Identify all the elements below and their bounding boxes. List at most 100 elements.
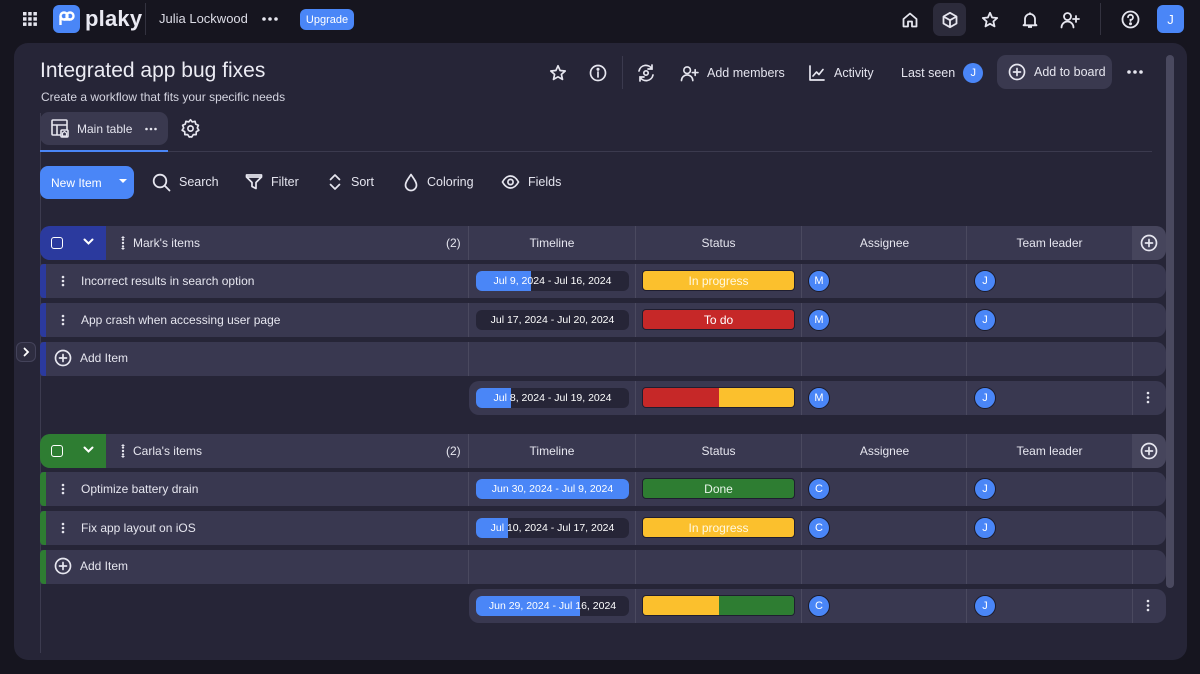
workspace-name[interactable]: Julia Lockwood [159, 11, 248, 26]
team-leader-avatar[interactable]: J [974, 478, 996, 500]
column-header-assignee[interactable]: Assignee [802, 444, 967, 458]
gear-icon[interactable] [180, 118, 201, 139]
status-badge[interactable]: Done [642, 478, 795, 499]
filter-button[interactable]: Filter [245, 171, 299, 193]
table-row[interactable]: Incorrect results in search option Jul 9… [40, 264, 1166, 298]
assignee-avatar: C [808, 595, 830, 617]
board-more-icon[interactable] [1125, 62, 1145, 82]
coloring-button[interactable]: Coloring [403, 171, 474, 193]
assignee-avatar[interactable]: C [808, 517, 830, 539]
timeline-cell[interactable]: Jul 17, 2024 - Jul 20, 2024 [476, 310, 629, 330]
help-button[interactable] [1114, 3, 1147, 36]
column-header-timeline[interactable]: Timeline [469, 236, 635, 250]
status-badge[interactable]: In progress [642, 517, 795, 538]
column-divider [801, 264, 802, 298]
user-avatar[interactable]: J [1157, 5, 1184, 33]
timeline-cell[interactable]: Jul 9, 2024 - Jul 16, 2024 [476, 271, 629, 291]
group-name[interactable]: Carla's items [133, 444, 202, 458]
notifications-button[interactable] [1013, 3, 1046, 36]
apps-grid-icon[interactable] [22, 11, 38, 27]
table-row[interactable]: App crash when accessing user page Jul 1… [40, 303, 1166, 337]
activity-button[interactable]: Activity [808, 60, 874, 86]
sort-button[interactable]: Sort [327, 171, 374, 193]
chevron-down-icon[interactable] [83, 446, 94, 454]
favorites-button[interactable] [973, 3, 1006, 36]
column-divider [801, 589, 802, 623]
add-to-board-button[interactable]: Add to board [997, 55, 1112, 89]
logo-text: plaky [85, 6, 143, 31]
column-divider [635, 550, 636, 584]
row-menu-icon[interactable] [60, 522, 66, 534]
expand-sidebar-button[interactable] [16, 342, 36, 362]
item-name[interactable]: Fix app layout on iOS [81, 521, 196, 535]
table-row[interactable]: Optimize battery drain Jun 30, 2024 - Ju… [40, 472, 1166, 506]
add-column-button[interactable] [1132, 226, 1166, 260]
home-button[interactable] [893, 3, 926, 36]
drag-handle-icon[interactable] [120, 444, 126, 458]
boards-button[interactable] [933, 3, 966, 36]
row-menu-icon[interactable] [60, 483, 66, 495]
invite-user-button[interactable] [1053, 3, 1086, 36]
search-button[interactable]: Search [152, 171, 219, 193]
summary-more-icon[interactable] [1145, 391, 1151, 404]
add-members-button[interactable]: Add members [680, 60, 785, 86]
group-checkbox[interactable] [51, 237, 63, 249]
status-segment-to-do [643, 388, 719, 407]
add-item-button[interactable]: Add Item [54, 349, 128, 367]
more-options-icon[interactable] [261, 11, 279, 27]
column-divider [635, 264, 636, 298]
automations-button[interactable] [633, 60, 659, 86]
status-badge[interactable]: In progress [642, 270, 795, 291]
row-menu-icon[interactable] [60, 314, 66, 326]
board-title[interactable]: Integrated app bug fixes [40, 59, 265, 83]
board-info-button[interactable] [585, 60, 611, 86]
add-item-row[interactable]: Add Item [40, 342, 1166, 376]
drag-handle-icon[interactable] [120, 236, 126, 250]
group-name[interactable]: Mark's items [133, 236, 200, 250]
item-name[interactable]: App crash when accessing user page [81, 313, 280, 327]
column-header-assignee[interactable]: Assignee [802, 236, 967, 250]
last-seen-button[interactable]: Last seen J [901, 60, 984, 86]
item-name[interactable]: Optimize battery drain [81, 482, 198, 496]
caret-down-icon[interactable] [119, 179, 127, 183]
item-name[interactable]: Incorrect results in search option [81, 274, 254, 288]
plaky-logo[interactable]: plaky [53, 5, 142, 33]
column-header-team-leader[interactable]: Team leader [967, 236, 1132, 250]
fields-button[interactable]: Fields [501, 171, 561, 193]
vertical-scrollbar[interactable] [1166, 55, 1174, 588]
add-item-row[interactable]: Add Item [40, 550, 1166, 584]
status-distribution-bar [642, 387, 795, 408]
team-leader-avatar[interactable]: J [974, 309, 996, 331]
tab-main-table[interactable]: Main table [40, 112, 168, 145]
timeline-cell[interactable]: Jul 10, 2024 - Jul 17, 2024 [476, 518, 629, 538]
column-divider [966, 303, 967, 337]
column-header-status[interactable]: Status [636, 444, 801, 458]
assignee-avatar[interactable]: C [808, 478, 830, 500]
favorite-board-button[interactable] [545, 60, 571, 86]
timeline-cell[interactable]: Jun 30, 2024 - Jul 9, 2024 [476, 479, 629, 499]
tab-more-icon[interactable] [144, 124, 158, 134]
team-leader-avatar[interactable]: J [974, 270, 996, 292]
add-members-label: Add members [707, 66, 785, 80]
chevron-down-icon[interactable] [83, 238, 94, 246]
summary-more-icon[interactable] [1145, 599, 1151, 612]
team-leader-avatar[interactable]: J [974, 517, 996, 539]
add-column-button[interactable] [1132, 434, 1166, 468]
upgrade-button[interactable]: Upgrade [300, 9, 354, 30]
add-item-button[interactable]: Add Item [54, 557, 128, 575]
sort-label: Sort [351, 175, 374, 189]
column-header-timeline[interactable]: Timeline [469, 444, 635, 458]
table-row[interactable]: Fix app layout on iOS Jul 10, 2024 - Jul… [40, 511, 1166, 545]
row-menu-icon[interactable] [60, 275, 66, 287]
status-badge[interactable]: To do [642, 309, 795, 330]
group-checkbox[interactable] [51, 445, 63, 457]
last-seen-avatar: J [963, 63, 984, 83]
home-icon [901, 11, 919, 29]
assignee-avatar[interactable]: M [808, 270, 830, 292]
column-divider [1132, 342, 1133, 376]
new-item-button[interactable]: New Item [40, 166, 134, 199]
column-header-status[interactable]: Status [636, 236, 801, 250]
board-description[interactable]: Create a workflow that fits your specifi… [41, 90, 285, 104]
assignee-avatar[interactable]: M [808, 309, 830, 331]
column-header-team-leader[interactable]: Team leader [967, 444, 1132, 458]
